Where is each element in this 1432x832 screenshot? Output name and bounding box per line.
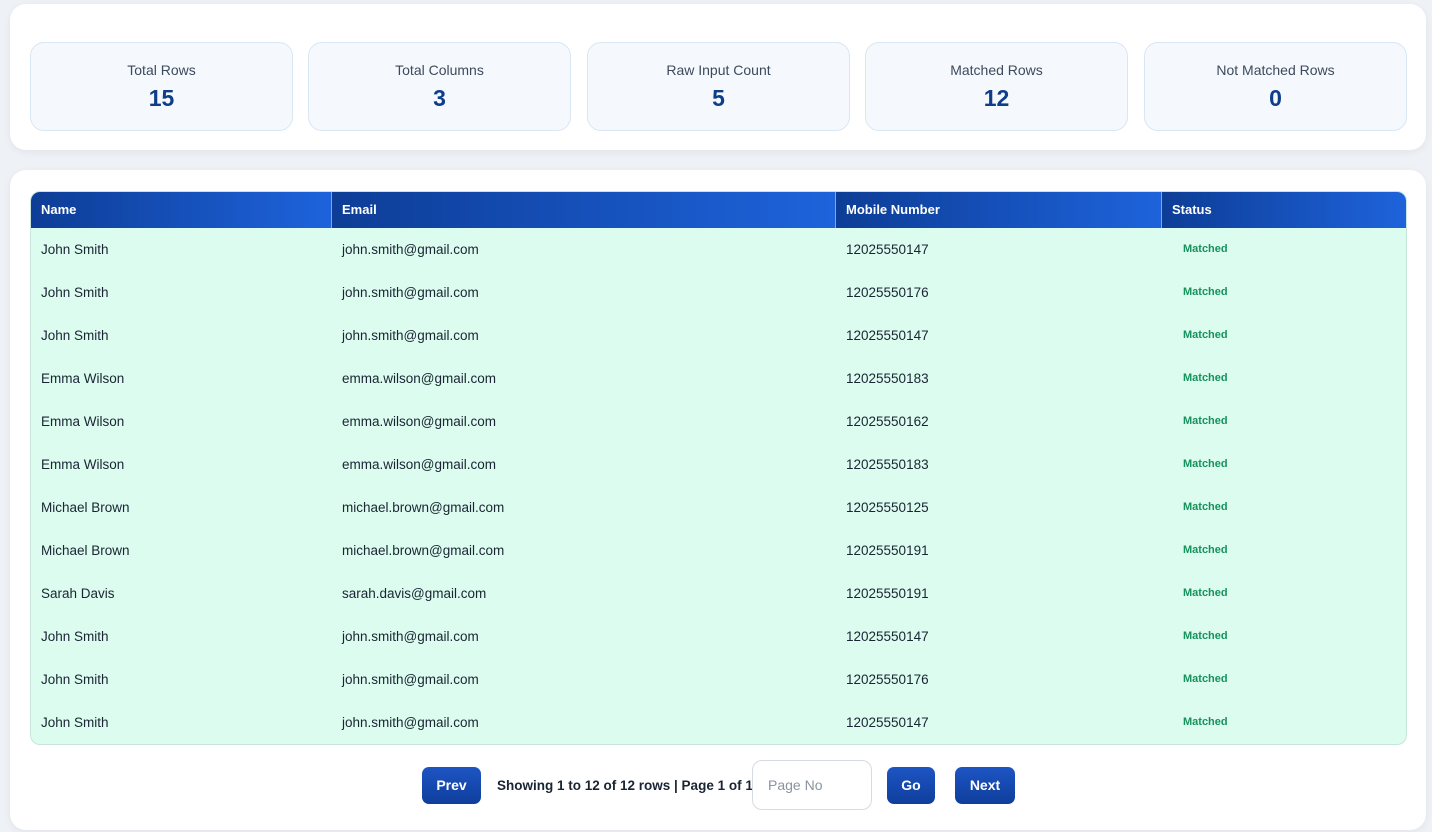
cell-name: Emma Wilson — [41, 414, 125, 429]
stat-label: Not Matched Rows — [1216, 62, 1335, 78]
pagination-bar: Prev Showing 1 to 12 of 12 rows | Page 1… — [10, 760, 1426, 810]
status-badge: Matched — [1183, 286, 1228, 298]
status-badge: Matched — [1183, 544, 1228, 556]
cell-email: michael.brown@gmail.com — [342, 500, 505, 515]
results-table: Name Email Mobile Number Status John Smi… — [30, 191, 1407, 745]
cell-mobile-number: 12025550125 — [846, 500, 929, 515]
cell-email: emma.wilson@gmail.com — [342, 414, 496, 429]
table-row[interactable]: John Smith john.smith@gmail.com 1202555014… — [31, 228, 1406, 271]
table-row[interactable]: Emma Wilson emma.wilson@gmail.com 12025550… — [31, 443, 1406, 486]
cell-mobile-number: 12025550162 — [846, 414, 929, 429]
table-row[interactable]: Sarah Davis sarah.davis@gmail.com 12025550… — [31, 572, 1406, 615]
cell-mobile-number: 12025550183 — [846, 371, 929, 386]
cell-mobile-number: 12025550176 — [846, 672, 929, 687]
cell-mobile-number: 12025550183 — [846, 457, 929, 472]
cell-name: Emma Wilson — [41, 457, 125, 472]
cell-email: michael.brown@gmail.com — [342, 543, 505, 558]
stat-value: 12 — [983, 85, 1010, 111]
cell-email: emma.wilson@gmail.com — [342, 371, 496, 386]
cell-name: John Smith — [41, 672, 109, 687]
stat-label: Matched Rows — [950, 62, 1043, 78]
column-header-mobile-number[interactable]: Mobile Number — [836, 192, 1162, 228]
stat-matched-rows: Matched Rows 12 — [865, 42, 1128, 131]
cell-name: Michael Brown — [41, 500, 130, 515]
page-number-input[interactable] — [752, 760, 872, 810]
status-badge: Matched — [1183, 716, 1228, 728]
stat-total-columns: Total Columns 3 — [308, 42, 571, 131]
cell-mobile-number: 12025550191 — [846, 543, 929, 558]
cell-mobile-number: 12025550147 — [846, 242, 929, 257]
stat-raw-input-count: Raw Input Count 5 — [587, 42, 850, 131]
status-badge: Matched — [1183, 587, 1228, 599]
table-row[interactable]: John Smith john.smith@gmail.com 1202555017… — [31, 271, 1406, 314]
stat-value: 5 — [712, 85, 725, 111]
cell-name: John Smith — [41, 242, 109, 257]
status-badge: Matched — [1183, 372, 1228, 384]
stat-label: Raw Input Count — [666, 62, 771, 78]
status-badge: Matched — [1183, 501, 1228, 513]
table-row[interactable]: Michael Brown michael.brown@gmail.com 1202… — [31, 486, 1406, 529]
stat-total-rows: Total Rows 15 — [30, 42, 293, 131]
status-badge: Matched — [1183, 673, 1228, 685]
table-row[interactable]: John Smith john.smith@gmail.com 1202555017… — [31, 658, 1406, 701]
cell-email: john.smith@gmail.com — [342, 242, 479, 257]
cell-mobile-number: 12025550147 — [846, 629, 929, 644]
cell-name: Michael Brown — [41, 543, 130, 558]
cell-mobile-number: 12025550191 — [846, 586, 929, 601]
table-header: Name Email Mobile Number Status — [31, 192, 1406, 228]
cell-email: sarah.davis@gmail.com — [342, 586, 487, 601]
cell-email: john.smith@gmail.com — [342, 285, 479, 300]
stat-label: Total Columns — [395, 62, 484, 78]
cell-mobile-number: 12025550176 — [846, 285, 929, 300]
cell-mobile-number: 12025550147 — [846, 715, 929, 730]
stat-value: 0 — [1269, 85, 1282, 111]
cell-name: John Smith — [41, 715, 109, 730]
stat-not-matched-rows: Not Matched Rows 0 — [1144, 42, 1407, 131]
status-badge: Matched — [1183, 329, 1228, 341]
cell-name: Emma Wilson — [41, 371, 125, 386]
next-button[interactable]: Next — [955, 767, 1015, 804]
cell-email: emma.wilson@gmail.com — [342, 457, 496, 472]
cell-name: John Smith — [41, 285, 109, 300]
status-badge: Matched — [1183, 243, 1228, 255]
status-badge: Matched — [1183, 458, 1228, 470]
table-row[interactable]: John Smith john.smith@gmail.com 1202555014… — [31, 701, 1406, 744]
stat-label: Total Rows — [127, 62, 196, 78]
results-panel: Name Email Mobile Number Status John Smi… — [10, 170, 1426, 830]
summary-stats-panel: Total Rows 15 Total Columns 3 Raw Input … — [10, 4, 1426, 150]
cell-email: john.smith@gmail.com — [342, 715, 479, 730]
cell-mobile-number: 12025550147 — [846, 328, 929, 343]
table-row[interactable]: Michael Brown michael.brown@gmail.com 1202… — [31, 529, 1406, 572]
table-row[interactable]: Emma Wilson emma.wilson@gmail.com 12025550… — [31, 357, 1406, 400]
column-header-email[interactable]: Email — [332, 192, 836, 228]
cell-name: John Smith — [41, 629, 109, 644]
prev-button[interactable]: Prev — [422, 767, 481, 804]
pagination-info: Showing 1 to 12 of 12 rows | Page 1 of 1 — [497, 778, 753, 793]
table-row[interactable]: Emma Wilson emma.wilson@gmail.com 12025550… — [31, 400, 1406, 443]
stat-value: 3 — [433, 85, 446, 111]
cell-email: john.smith@gmail.com — [342, 672, 479, 687]
status-badge: Matched — [1183, 630, 1228, 642]
cell-name: John Smith — [41, 328, 109, 343]
column-header-name[interactable]: Name — [31, 192, 332, 228]
cell-email: john.smith@gmail.com — [342, 629, 479, 644]
stat-value: 15 — [148, 85, 175, 111]
column-header-status[interactable]: Status — [1162, 192, 1406, 228]
status-badge: Matched — [1183, 415, 1228, 427]
cell-email: john.smith@gmail.com — [342, 328, 479, 343]
go-button[interactable]: Go — [887, 767, 935, 804]
table-row[interactable]: John Smith john.smith@gmail.com 1202555014… — [31, 615, 1406, 658]
table-row[interactable]: John Smith john.smith@gmail.com 1202555014… — [31, 314, 1406, 357]
cell-name: Sarah Davis — [41, 586, 115, 601]
table-body: John Smith john.smith@gmail.com 1202555014… — [31, 228, 1406, 744]
